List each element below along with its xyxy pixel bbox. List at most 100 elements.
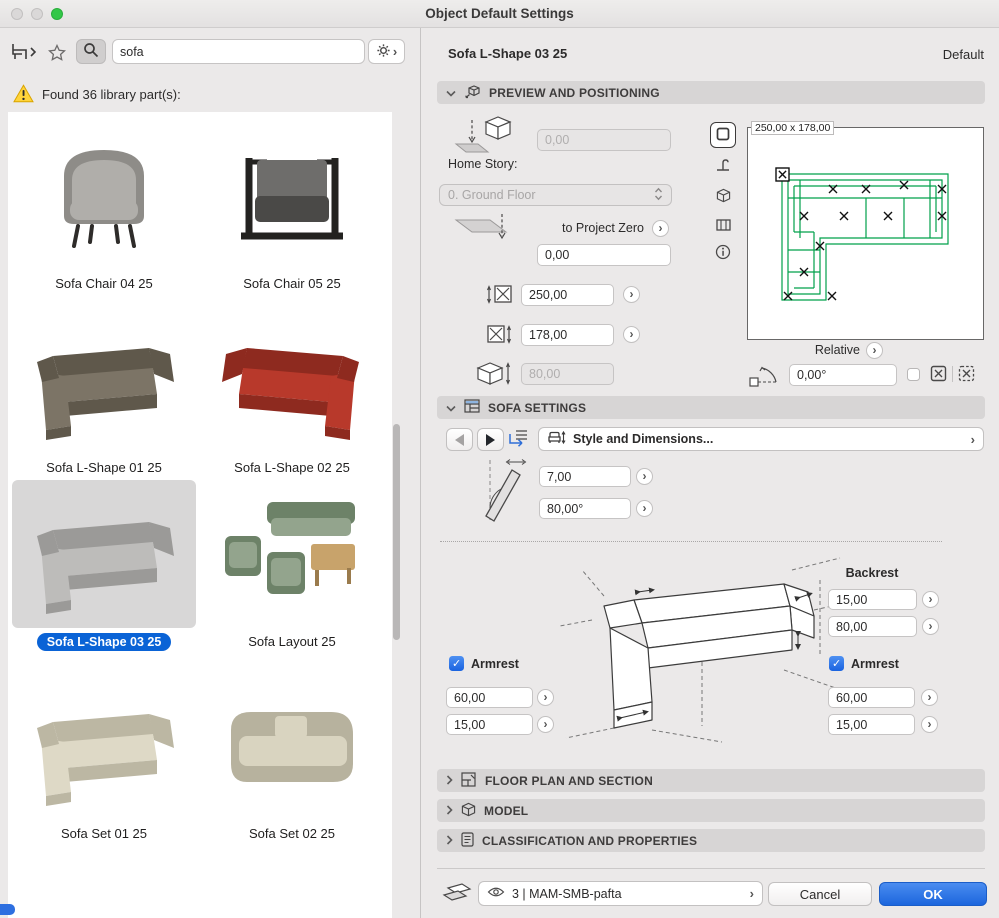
chevron-right-icon [393,44,397,59]
section-floor-plan-and-section[interactable]: FLOOR PLAN AND SECTION [437,769,985,792]
floor-plan-section-icon [461,772,477,790]
story-offset-input[interactable] [537,129,671,151]
preview-positioning-icon [464,84,481,102]
story-offset-icon [452,114,514,159]
chevron-right-icon [446,833,453,848]
section-model[interactable]: MODEL [437,799,985,822]
plan-preview-drawing [748,128,983,339]
rotation-angle-input[interactable] [789,364,897,386]
settings-page-selector[interactable]: Style and Dimensions... [538,427,984,451]
elevation-input[interactable] [537,244,671,266]
armrest-left-height-input[interactable] [446,714,533,735]
info-icon [715,244,731,263]
library-list-scrollbar[interactable] [393,424,400,640]
sofa-thumbnail [12,480,196,628]
cube-3d-icon [716,188,731,206]
next-page-button[interactable] [477,428,504,451]
armrest-left-height-options-button[interactable] [537,716,554,733]
library-item-label: Sofa Set 01 25 [12,825,196,842]
cancel-button[interactable]: Cancel [768,882,872,906]
view-3d-button[interactable] [710,184,736,210]
search-input[interactable] [112,39,365,64]
warning-icon [13,84,34,106]
library-item-label: Sofa L-Shape 01 25 [12,459,196,476]
x-box-icon[interactable] [930,365,947,385]
home-story-dropdown[interactable]: 0. Ground Floor [439,184,672,206]
sofa-thumbnail [200,122,384,270]
width-input[interactable] [521,284,614,306]
armrest-right-width-options-button[interactable] [921,689,938,706]
x-box-dashed-icon[interactable] [958,365,975,385]
search-settings-button[interactable] [368,39,405,64]
backrest-angle-options-button[interactable] [636,500,653,517]
library-item[interactable]: Sofa Chair 04 25 [12,122,196,292]
library-item[interactable]: Sofa L-Shape 02 25 [200,306,384,476]
library-item-label: Sofa Layout 25 [200,633,384,650]
previous-page-button[interactable] [446,428,473,451]
preview-size-label: 250,00 x 178,00 [751,121,834,135]
armrest-left-width-input[interactable] [446,687,533,708]
search-mode-button[interactable] [76,39,106,64]
triangle-left-icon [455,434,464,446]
seat-thickness-input[interactable] [539,466,631,487]
library-item[interactable]: Sofa Chair 05 25 [200,122,384,292]
seat-thickness-options-button[interactable] [636,468,653,485]
backrest-thickness-input[interactable] [828,589,917,610]
armrest-right-width-input[interactable] [828,687,915,708]
height-icon [474,360,512,390]
armrest-left-checkbox[interactable] [449,656,464,671]
section-classification-properties[interactable]: CLASSIFICATION AND PROPERTIES [437,829,985,852]
relative-options-button[interactable] [866,342,883,359]
to-project-zero-button[interactable] [652,220,669,237]
library-item[interactable]: Sofa Set 02 25 [200,672,384,842]
titlebar: Object Default Settings [0,0,999,28]
project-zero-icon [450,212,512,245]
mirror-checkbox[interactable] [907,368,920,381]
view-elevation-button[interactable] [710,213,736,239]
style-dimensions-icon [547,430,566,448]
chevron-right-icon [446,773,453,788]
armrest-right-height-options-button[interactable] [921,716,938,733]
divider [437,868,985,869]
layer-selector[interactable]: 3 | MAM-SMB-pafta [478,881,763,906]
section-sofa-settings[interactable]: SOFA SETTINGS [437,396,985,419]
elevation-view-icon [716,218,731,235]
backrest-thickness-options-button[interactable] [922,591,939,608]
model-cube-icon [461,802,476,820]
divider [440,541,942,542]
armrest-right-height-input[interactable] [828,714,915,735]
armrest-left-width-options-button[interactable] [537,689,554,706]
section-view-icon [715,157,731,176]
backrest-height-input[interactable] [828,616,917,637]
library-item[interactable]: Sofa Layout 25 [200,480,384,650]
library-item-label: Sofa Set 02 25 [200,825,384,842]
depth-options-button[interactable] [623,326,640,343]
height-input[interactable] [521,363,614,385]
gear-icon [376,43,391,61]
depth-input[interactable] [521,324,614,346]
width-options-button[interactable] [623,286,640,303]
section-preview-positioning[interactable]: PREVIEW AND POSITIONING [437,81,985,104]
favorites-star-icon[interactable] [48,44,66,65]
armrest-right-checkbox[interactable] [829,656,844,671]
width-icon [486,283,513,309]
library-item[interactable]: Sofa L-Shape 01 25 [12,306,196,476]
library-browser-icon[interactable] [10,42,38,65]
object-2d-preview[interactable] [747,127,984,340]
ok-button[interactable]: OK [879,882,987,906]
scroll-indicator [0,904,15,915]
view-floor-plan-button[interactable] [710,122,736,148]
library-item-selected[interactable]: Sofa L-Shape 03 25 [12,480,196,651]
selected-object-title: Sofa L-Shape 03 25 [448,46,567,61]
library-parts-list: Sofa Chair 04 25 Sofa Chair 05 25 [8,112,392,918]
info-button[interactable] [710,240,736,266]
armrest-right-label: Armrest [851,657,899,671]
backrest-angle-input[interactable] [539,498,631,519]
transfer-settings-icon[interactable] [508,429,529,451]
window-title: Object Default Settings [0,6,999,21]
library-item[interactable]: Sofa Set 01 25 [12,672,196,842]
view-section-button[interactable] [710,153,736,179]
armrest-profile-icon [460,458,530,527]
backrest-height-options-button[interactable] [922,618,939,635]
sofa-thumbnail [200,672,384,820]
